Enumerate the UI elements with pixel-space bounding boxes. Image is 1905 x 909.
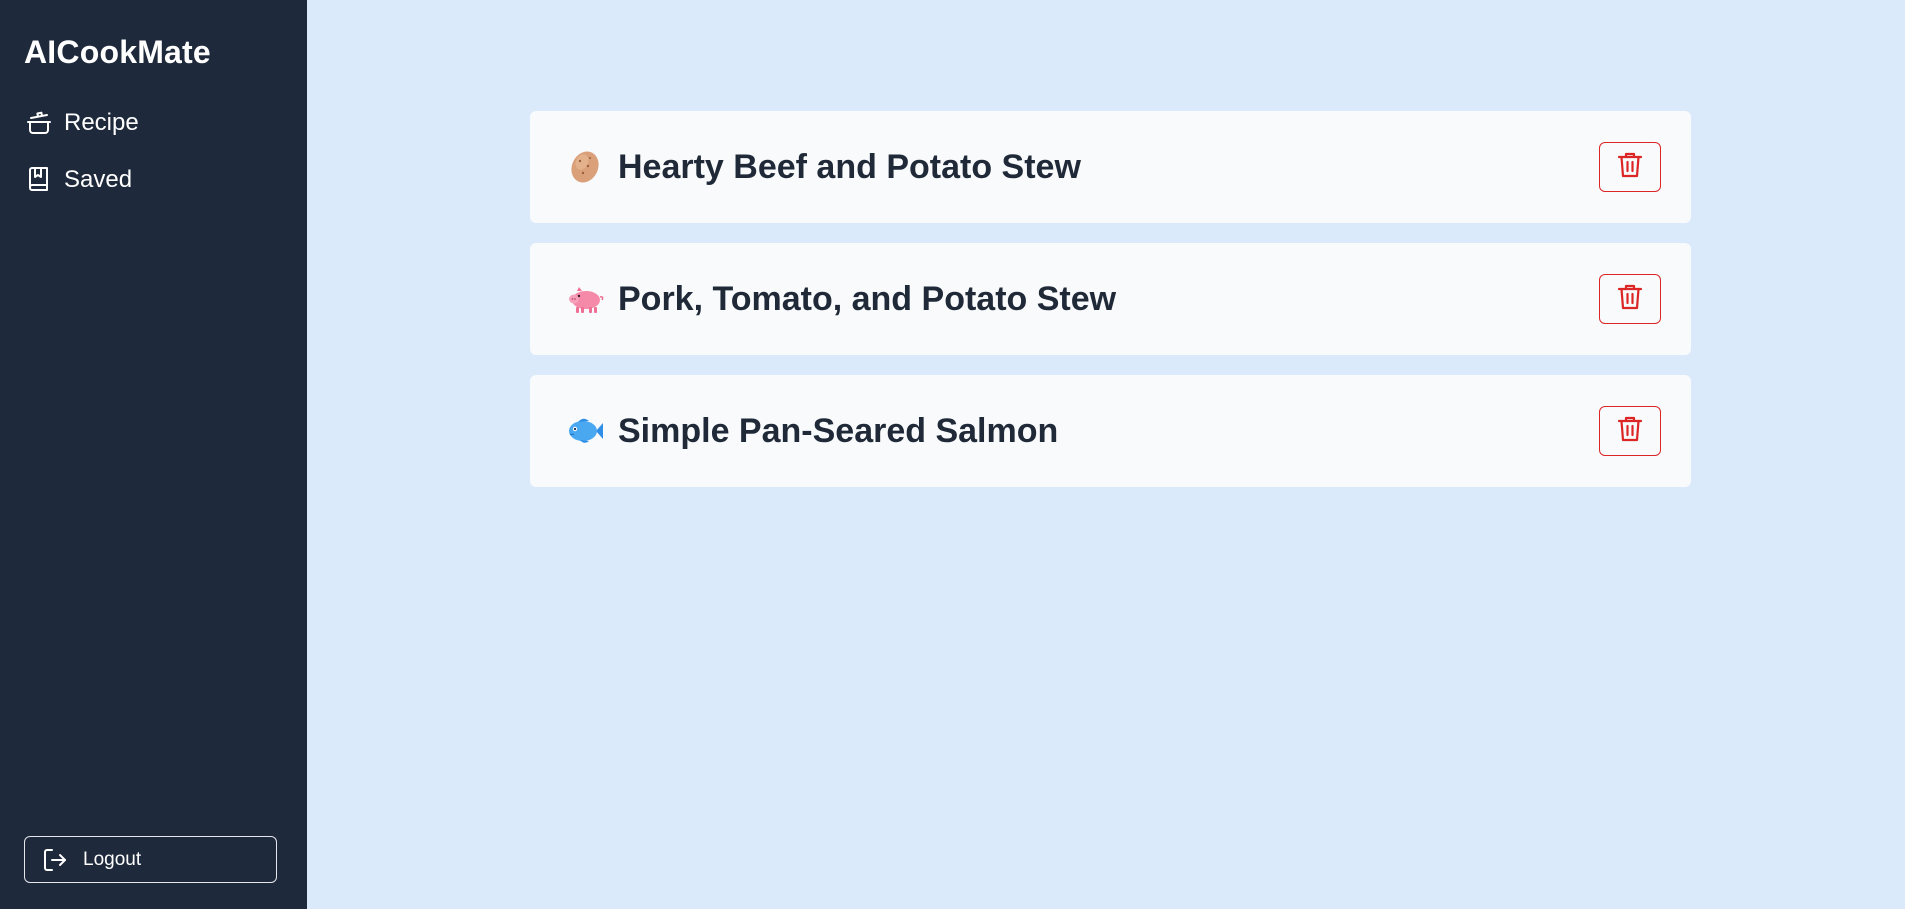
sidebar-item-saved[interactable]: Saved <box>24 160 132 200</box>
trash-icon <box>1617 151 1643 184</box>
bookmark-book-icon <box>24 165 54 195</box>
potato-icon <box>566 148 604 186</box>
sidebar: AICookMate Recipe Saved Logout <box>0 0 307 909</box>
delete-button[interactable] <box>1599 142 1661 192</box>
app-brand: AICookMate <box>24 34 211 70</box>
recipe-card[interactable]: Hearty Beef and Potato Stew <box>530 111 1691 223</box>
sidebar-item-label: Recipe <box>64 109 139 136</box>
fish-icon <box>566 412 604 450</box>
delete-button[interactable] <box>1599 406 1661 456</box>
sidebar-item-label: Saved <box>64 166 133 193</box>
recipe-title: Hearty Beef and Potato Stew <box>618 147 1081 186</box>
trash-icon <box>1617 283 1643 316</box>
pig-icon <box>566 280 604 318</box>
logout-label: Logout <box>83 848 142 870</box>
recipe-title: Simple Pan-Seared Salmon <box>618 411 1059 450</box>
logout-button[interactable]: Logout <box>24 836 277 883</box>
trash-icon <box>1617 415 1643 448</box>
sidebar-item-recipe[interactable]: Recipe <box>24 103 139 143</box>
delete-button[interactable] <box>1599 274 1661 324</box>
logout-icon <box>41 846 69 874</box>
recipe-title: Pork, Tomato, and Potato Stew <box>618 279 1117 318</box>
cooking-pot-icon <box>24 108 54 138</box>
recipe-card[interactable]: Simple Pan-Seared Salmon <box>530 375 1691 487</box>
recipe-card[interactable]: Pork, Tomato, and Potato Stew <box>530 243 1691 355</box>
